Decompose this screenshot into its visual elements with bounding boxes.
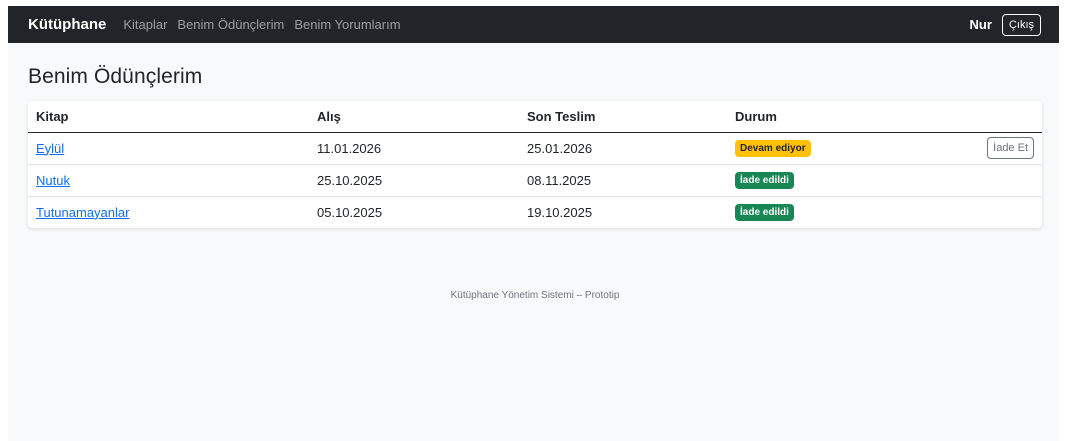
table-row: Nutuk 25.10.2025 08.11.2025 İade edildi xyxy=(28,164,1042,197)
header-status: Durum xyxy=(727,101,914,133)
status-badge: İade edildi xyxy=(735,204,794,222)
return-button[interactable]: İade Et xyxy=(987,137,1034,159)
brand-link[interactable]: Kütüphane xyxy=(28,16,106,33)
book-link[interactable]: Tutunamayanlar xyxy=(36,205,129,220)
logout-button[interactable]: Çıkış xyxy=(1001,13,1041,36)
header-action xyxy=(913,101,1042,133)
book-link[interactable]: Eylül xyxy=(36,141,64,156)
header-book: Kitap xyxy=(28,101,309,133)
navbar: Kütüphane Kitaplar Benim Ödünçlerim Beni… xyxy=(8,6,1059,43)
nav-link-my-reviews[interactable]: Benim Yorumlarım xyxy=(294,17,400,32)
nav-link-my-loans[interactable]: Benim Ödünçlerim xyxy=(177,17,284,32)
table-header-row: Kitap Alış Son Teslim Durum xyxy=(28,101,1042,133)
taken-date: 05.10.2025 xyxy=(317,204,383,220)
status-badge: İade edildi xyxy=(735,172,794,189)
nav-user-area: Nur Çıkış xyxy=(969,13,1041,36)
page-title: Benim Ödünçlerim xyxy=(28,65,203,88)
user-name: Nur xyxy=(969,17,992,32)
book-link[interactable]: Nutuk xyxy=(36,173,70,188)
nav-links: Kitaplar Benim Ödünçlerim Benim Yorumlar… xyxy=(123,17,400,32)
header-taken: Alış xyxy=(309,101,519,133)
header-due: Son Teslim xyxy=(519,101,727,133)
table-row: Eylül 11.01.2026 25.01.2026 Devam ediyor… xyxy=(28,132,1042,165)
main-content: Benim Ödünçlerim Kitap Alış Son Teslim D… xyxy=(8,65,1059,301)
table-row: Tutunamayanlar 05.10.2025 19.10.2025 İad… xyxy=(28,196,1042,228)
due-date: 19.10.2025 xyxy=(527,204,593,220)
nav-link-books[interactable]: Kitaplar xyxy=(123,17,167,32)
action-cell-empty xyxy=(914,196,1042,228)
due-date: 08.11.2025 xyxy=(519,164,727,197)
status-badge: Devam ediyor xyxy=(735,140,811,157)
loans-table-card: Kitap Alış Son Teslim Durum Eylül 11.01.… xyxy=(28,101,1042,228)
loans-table: Kitap Alış Son Teslim Durum Eylül 11.01.… xyxy=(28,101,1042,228)
action-cell-empty xyxy=(913,164,1042,197)
due-date: 25.01.2026 xyxy=(519,132,727,165)
page: Kütüphane Kitaplar Benim Ödünçlerim Beni… xyxy=(8,6,1059,441)
taken-date: 25.10.2025 xyxy=(309,164,519,197)
taken-date: 11.01.2026 xyxy=(309,132,519,165)
footer-text: Kütüphane Yönetim Sistemi – Prototip xyxy=(450,290,620,301)
